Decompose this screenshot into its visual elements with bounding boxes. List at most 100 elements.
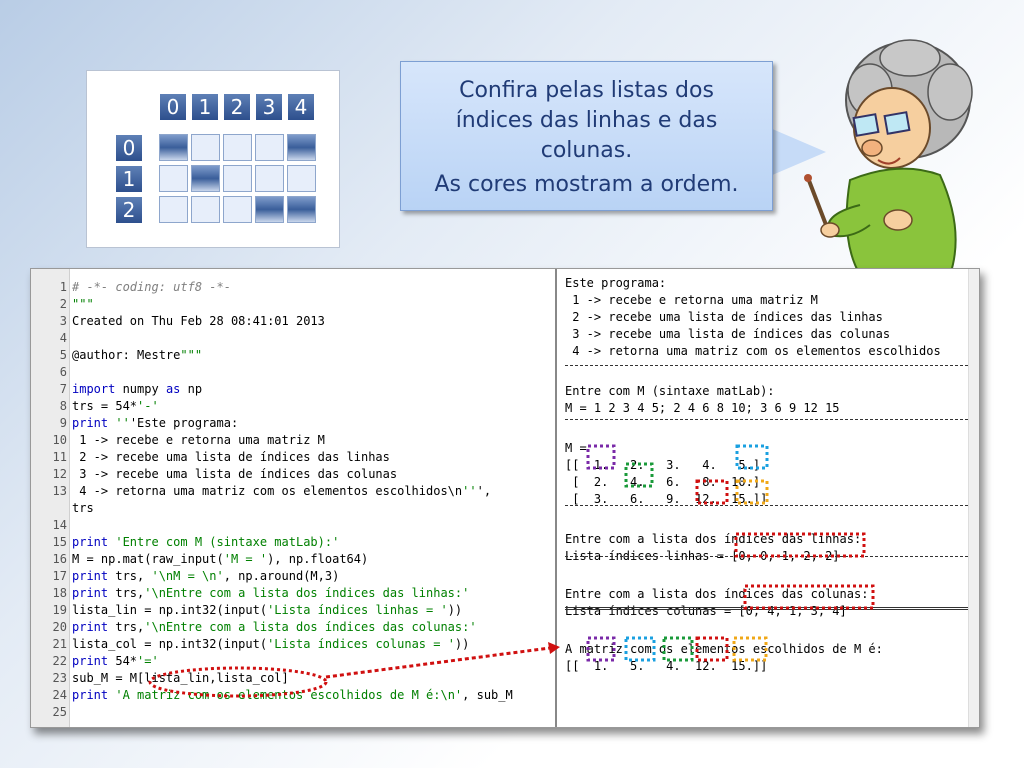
code-line: 2 -> recebe uma lista de índices das lin… bbox=[72, 450, 390, 464]
bubble-line-2: índices das linhas e das bbox=[455, 108, 718, 133]
code-line: print 'A matriz com os elementos escolhi… bbox=[72, 688, 513, 702]
console-line: Entre com M (sintaxe matLab): bbox=[565, 384, 775, 398]
console-line: 2 -> recebe uma lista de índices das lin… bbox=[565, 310, 883, 324]
column-index-1: 1 bbox=[191, 93, 219, 121]
code-line: 4 -> retorna uma matriz com os elementos… bbox=[72, 484, 492, 498]
code-line: trs bbox=[72, 501, 94, 515]
line-number: 1 bbox=[59, 280, 67, 294]
line-number: 21 bbox=[52, 637, 67, 651]
matrix-cell bbox=[255, 134, 284, 161]
bubble-text-block: Confira pelas listas dos índices das lin… bbox=[401, 76, 772, 166]
line-number: 16 bbox=[52, 552, 67, 566]
matrix-cell bbox=[191, 134, 220, 161]
line-number-gutter: 1 2 3 4 5 6 7 8 9 10 11 12 13 14 15 16 17 18 19 20 21 22 23 24 2… bbox=[31, 269, 70, 727]
line-number: 15 bbox=[52, 535, 67, 549]
line-number: 14 bbox=[52, 518, 67, 532]
line-number: 10 bbox=[52, 433, 67, 447]
matrix-cell bbox=[287, 165, 316, 192]
code-line: print trs,'\nEntre com a lista dos índic… bbox=[72, 586, 470, 600]
console-separator bbox=[565, 505, 973, 506]
line-number: 18 bbox=[52, 586, 67, 600]
line-number: 12 bbox=[52, 467, 67, 481]
matrix-cell bbox=[223, 165, 252, 192]
code-line: # -*- coding: utf8 -*- bbox=[72, 280, 231, 294]
line-number: 7 bbox=[59, 382, 67, 396]
line-number: 25 bbox=[52, 705, 67, 719]
line-number: 8 bbox=[59, 399, 67, 413]
console-separator bbox=[565, 419, 973, 420]
column-index-0: 0 bbox=[159, 93, 187, 121]
code-line: print 'Entre com M (sintaxe matLab):' bbox=[72, 535, 340, 549]
console-line: Entre com a lista dos índices das coluna… bbox=[565, 587, 869, 601]
console-line: 1 -> recebe e retorna uma matriz M bbox=[565, 293, 818, 307]
code-line: @author: Mestre""" bbox=[72, 348, 203, 362]
console-separator bbox=[565, 607, 973, 610]
line-number: 3 bbox=[59, 314, 67, 328]
matrix-cell bbox=[159, 196, 188, 223]
matrix-cell bbox=[159, 134, 188, 161]
ide-screenshot: 1 2 3 4 5 6 7 8 9 10 11 12 13 14 15 16 17 18 19 20 21 22 23 24 2… bbox=[30, 268, 980, 728]
code-line: """ bbox=[72, 297, 94, 311]
line-number: 6 bbox=[59, 365, 67, 379]
column-index-4: 4 bbox=[287, 93, 315, 121]
line-number: 2 bbox=[59, 297, 67, 311]
code-line: import numpy as np bbox=[72, 382, 203, 396]
line-number: 20 bbox=[52, 620, 67, 634]
console-line: [[ 1. 2. 3. 4. 5.] bbox=[565, 458, 761, 472]
code-line: lista_lin = np.int32(input('Lista índice… bbox=[72, 603, 463, 617]
console-line: Lista índices colunas = [0, 4, 1, 3, 4] bbox=[565, 604, 847, 618]
row-index-0: 0 bbox=[115, 134, 143, 162]
code-line: print '''Este programa: bbox=[72, 416, 239, 430]
line-number: 9 bbox=[59, 416, 67, 430]
console-line: [ 2. 4. 6. 8. 10.] bbox=[565, 475, 761, 489]
line-number: 22 bbox=[52, 654, 67, 668]
bubble-line-1: Confira pelas listas dos bbox=[459, 78, 714, 103]
line-number: 5 bbox=[59, 348, 67, 362]
line-number: 23 bbox=[52, 671, 67, 685]
matrix-cell bbox=[191, 196, 220, 223]
code-line: print trs,'\nEntre com a lista dos índic… bbox=[72, 620, 477, 634]
matrix-cell bbox=[255, 165, 284, 192]
column-index-3: 3 bbox=[255, 93, 283, 121]
console-line: A matriz com os elementos escolhidos de … bbox=[565, 642, 883, 656]
bubble-line-4: As cores mostram a ordem. bbox=[434, 172, 739, 197]
console-line: M = bbox=[565, 441, 587, 455]
matrix-cell bbox=[223, 134, 252, 161]
code-line: 3 -> recebe uma lista de índices das col… bbox=[72, 467, 398, 481]
code-line: print 54*'=' bbox=[72, 654, 159, 668]
matrix-cell bbox=[223, 196, 252, 223]
line-number: 4 bbox=[59, 331, 67, 345]
code-line: Created on Thu Feb 28 08:41:01 2013 bbox=[72, 314, 325, 328]
console-line: 4 -> retorna uma matriz com os elementos… bbox=[565, 344, 941, 358]
code-line: print trs, '\nM = \n', np.around(M,3) bbox=[72, 569, 340, 583]
matrix-cell bbox=[191, 165, 220, 192]
console-output[interactable]: Este programa: 1 -> recebe e retorna uma… bbox=[559, 269, 979, 727]
bubble-line-3: colunas. bbox=[540, 138, 633, 163]
speech-bubble: Confira pelas listas dos índices das lin… bbox=[400, 61, 773, 211]
console-line: Entre com a lista dos índices das linhas… bbox=[565, 532, 862, 546]
line-number: 13 bbox=[52, 484, 67, 498]
code-editor[interactable]: 1 2 3 4 5 6 7 8 9 10 11 12 13 14 15 16 17 18 19 20 21 22 23 24 2… bbox=[31, 269, 557, 727]
line-number: 19 bbox=[52, 603, 67, 617]
code-line: lista_col = np.int32(input('Lista índice… bbox=[72, 637, 470, 651]
column-index-2: 2 bbox=[223, 93, 251, 121]
code-line: 1 -> recebe e retorna uma matriz M bbox=[72, 433, 325, 447]
code-line: sub_M = M[lista_lin,lista_col] bbox=[72, 671, 289, 685]
matrix-cell bbox=[287, 196, 316, 223]
matrix-cell bbox=[287, 134, 316, 161]
row-index-1: 1 bbox=[115, 165, 143, 193]
line-number bbox=[31, 500, 67, 517]
console-line: [[ 1. 5. 4. 12. 15.]] bbox=[565, 659, 768, 673]
console-separator bbox=[565, 365, 973, 366]
line-number: 24 bbox=[52, 688, 67, 702]
line-number: 11 bbox=[52, 450, 67, 464]
console-line: M = 1 2 3 4 5; 2 4 6 8 10; 3 6 9 12 15 bbox=[565, 401, 840, 415]
console-line: Este programa: bbox=[565, 276, 667, 290]
matrix-cell bbox=[159, 165, 188, 192]
matrix-index-diagram: 0 1 2 3 4 0 1 2 bbox=[86, 70, 340, 248]
matrix-cell bbox=[255, 196, 284, 223]
code-line: trs = 54*'-' bbox=[72, 399, 159, 413]
console-scrollbar[interactable] bbox=[968, 269, 979, 727]
console-line: 3 -> recebe uma lista de índices das col… bbox=[565, 327, 891, 341]
console-separator bbox=[565, 556, 973, 557]
